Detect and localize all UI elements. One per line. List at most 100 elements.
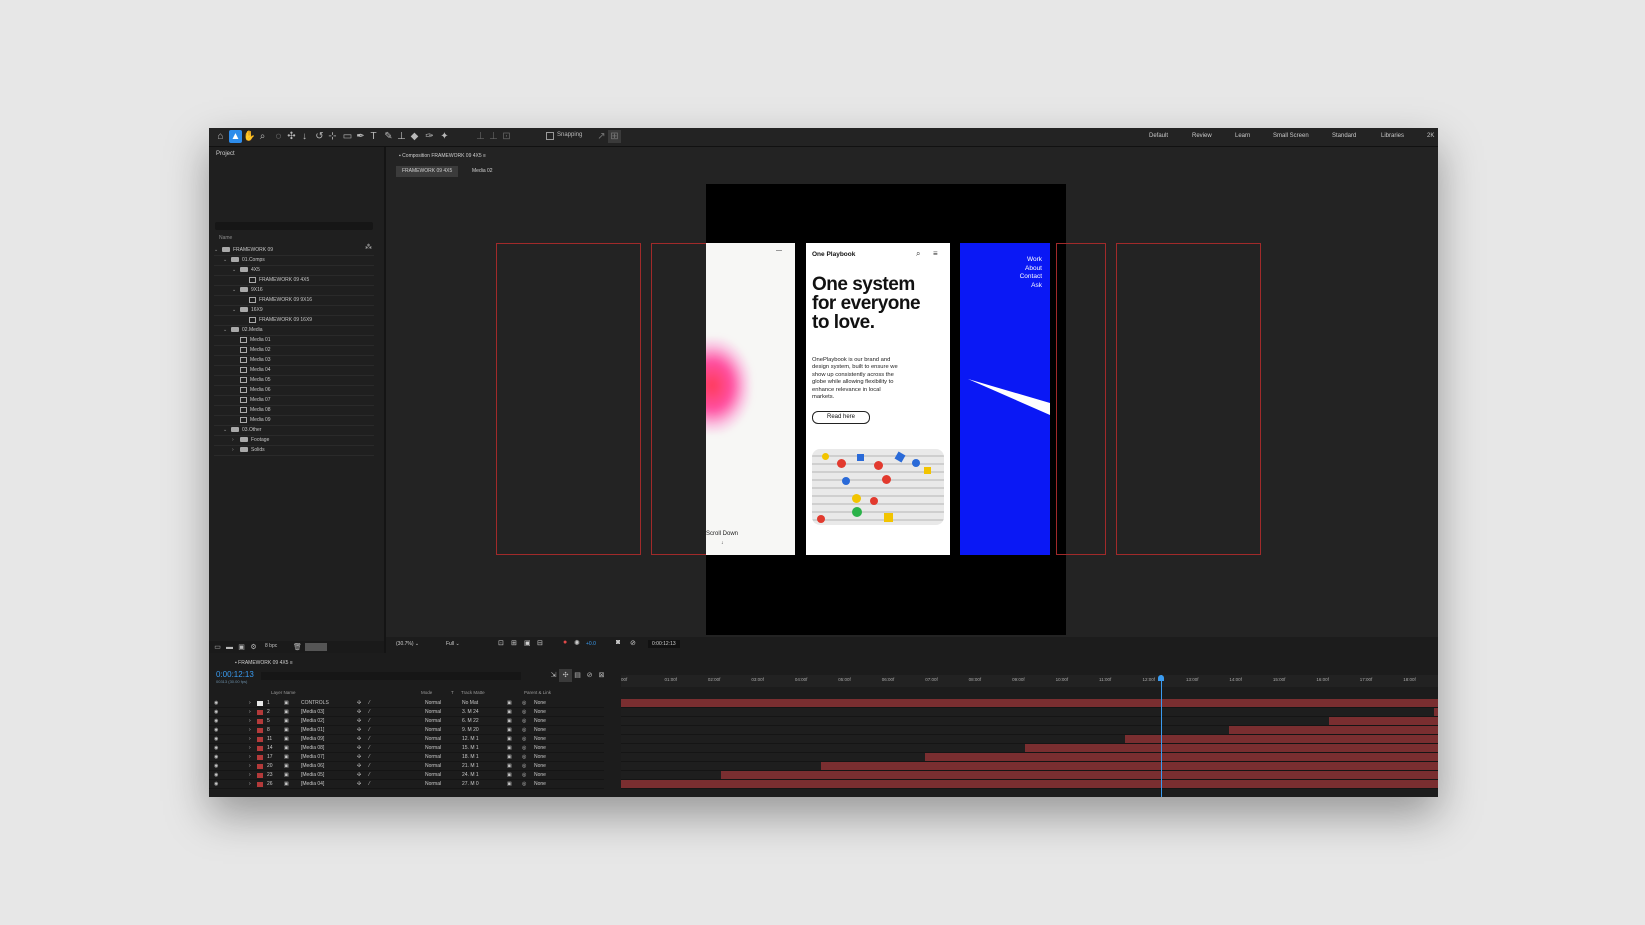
- project-item[interactable]: Media 05: [232, 375, 271, 385]
- layer-row[interactable]: ◉ › 23 ▣ [Media 05] ✣ ⁄ Normal 24. M 1 ▣ ◎ None: [209, 771, 604, 780]
- puppet-pin-icon[interactable]: ✦: [438, 130, 451, 143]
- axis-world-icon[interactable]: ⊥: [487, 130, 500, 143]
- track-matte-dropdown[interactable]: 21. M 1: [462, 762, 479, 771]
- expand-chevron-icon[interactable]: ›: [249, 708, 251, 717]
- time-ruler[interactable]: 00f 01:00f 02:00f 03:00f 04:00f 05:00f 06:00f 0…: [621, 675, 1438, 687]
- quality-switch-icon[interactable]: ⁄: [369, 753, 370, 762]
- layer-track[interactable]: [621, 717, 1438, 726]
- project-item[interactable]: › Solids: [232, 445, 265, 455]
- layer-name[interactable]: [Media 05]: [301, 771, 324, 780]
- project-item[interactable]: ⌄ 4X5: [232, 265, 260, 275]
- layer-duration-bar[interactable]: [1229, 726, 1438, 734]
- layer-track[interactable]: [621, 744, 1438, 753]
- workspace-standard[interactable]: Standard: [1332, 133, 1356, 139]
- composition-tab[interactable]: ▪ Composition FRAMEWORK 09 4X5 ≡: [399, 153, 486, 159]
- rectangle-tool-icon[interactable]: ▭: [341, 130, 354, 143]
- workspace-small-screen[interactable]: Small Screen: [1273, 133, 1309, 139]
- chevron-right-icon[interactable]: ›: [232, 445, 240, 455]
- expand-chevron-icon[interactable]: ›: [249, 744, 251, 753]
- home-icon[interactable]: ⌂: [214, 130, 227, 143]
- thumbnail-slider[interactable]: [305, 643, 327, 651]
- parent-dropdown[interactable]: None: [534, 735, 546, 744]
- hand-tool-icon[interactable]: ✋: [243, 130, 256, 143]
- layer-duration-bar[interactable]: [1433, 708, 1438, 716]
- layer-duration-bar[interactable]: [1125, 735, 1438, 743]
- chevron-right-icon[interactable]: ›: [232, 435, 240, 445]
- parent-pickwhip-icon[interactable]: ◎: [522, 780, 526, 789]
- layer-name-header[interactable]: Layer Name: [271, 690, 296, 695]
- project-item[interactable]: Media 06: [232, 385, 271, 395]
- current-time[interactable]: 0:00:12:13: [216, 670, 254, 679]
- matte-toggle-icon[interactable]: ▣: [507, 780, 512, 789]
- mode-dropdown[interactable]: Normal: [425, 753, 441, 762]
- parent-pickwhip-icon[interactable]: ◎: [522, 726, 526, 735]
- layer-duration-bar[interactable]: [720, 771, 1438, 779]
- quality-switch-icon[interactable]: ⁄: [369, 708, 370, 717]
- switches-icon[interactable]: ✣: [357, 735, 361, 744]
- type-tool-icon[interactable]: T: [367, 130, 380, 143]
- trash-icon[interactable]: 🗑: [291, 641, 304, 654]
- rotate-tool-icon[interactable]: ↺: [313, 130, 326, 143]
- chevron-down-icon[interactable]: ⌄: [232, 265, 240, 275]
- flowchart-icon[interactable]: ⁂: [362, 241, 375, 254]
- layer-duration-bar[interactable]: [621, 699, 1438, 707]
- label-color-swatch[interactable]: [257, 728, 263, 733]
- project-settings-icon[interactable]: ⚙: [247, 641, 260, 654]
- mode-dropdown[interactable]: Normal: [425, 699, 441, 708]
- expand-chevron-icon[interactable]: ›: [249, 726, 251, 735]
- project-item[interactable]: ⌄ 16X9: [232, 305, 263, 315]
- switches-icon[interactable]: ✣: [357, 708, 361, 717]
- track-matte-dropdown[interactable]: 6. M 22: [462, 717, 479, 726]
- chevron-down-icon[interactable]: ⌄: [232, 305, 240, 315]
- track-matte-dropdown[interactable]: 9. M 20: [462, 726, 479, 735]
- layer-track[interactable]: [621, 780, 1438, 789]
- subtab-framework[interactable]: FRAMEWORK 09 4X5: [396, 166, 459, 177]
- expand-chevron-icon[interactable]: ›: [249, 771, 251, 780]
- project-item[interactable]: ⌄ 9X16: [232, 285, 263, 295]
- timeline-tab[interactable]: ▪ FRAMEWORK 09 4X5 ≡: [235, 660, 293, 666]
- project-item[interactable]: Media 01: [232, 335, 271, 345]
- layer-name[interactable]: [Media 09]: [301, 735, 324, 744]
- zoom-tool-icon[interactable]: ⌕: [256, 130, 269, 143]
- matte-toggle-icon[interactable]: ▣: [507, 708, 512, 717]
- label-color-swatch[interactable]: [257, 755, 263, 760]
- layer-duration-bar[interactable]: [925, 753, 1438, 761]
- label-color-swatch[interactable]: [257, 764, 263, 769]
- mode-dropdown[interactable]: Normal: [425, 726, 441, 735]
- switches-icon[interactable]: ✣: [357, 744, 361, 753]
- project-item[interactable]: Media 09: [232, 415, 271, 425]
- workspace-2k[interactable]: 2K: [1427, 133, 1434, 139]
- chevron-down-icon[interactable]: ⌄: [223, 325, 231, 335]
- eye-icon[interactable]: ◉: [214, 780, 218, 789]
- project-item[interactable]: Media 03: [232, 355, 271, 365]
- layer-row[interactable]: ◉ › 20 ▣ [Media 06] ✣ ⁄ Normal 21. M 1 ▣ ◎ None: [209, 762, 604, 771]
- bit-depth-button[interactable]: 8 bpc: [265, 643, 277, 649]
- pen-tool-icon[interactable]: ✒: [354, 130, 367, 143]
- project-item[interactable]: FRAMEWORK 09 16X9: [241, 315, 312, 325]
- switches-icon[interactable]: ✣: [357, 780, 361, 789]
- matte-toggle-icon[interactable]: ▣: [507, 753, 512, 762]
- layer-row[interactable]: ◉ › 1 ▣ CONTROLS ✣ ⁄ Normal No Mat ▣ ◎ None: [209, 699, 604, 708]
- eye-icon[interactable]: ◉: [214, 726, 218, 735]
- anchor-tool-icon[interactable]: ⊹: [326, 130, 339, 143]
- track-matte-dropdown[interactable]: No Mat: [462, 699, 478, 708]
- brush-tool-icon[interactable]: ✎: [382, 130, 395, 143]
- parent-pickwhip-icon[interactable]: ◎: [522, 771, 526, 780]
- label-color-swatch[interactable]: [257, 746, 263, 751]
- project-item[interactable]: FRAMEWORK 09 9X16: [241, 295, 312, 305]
- layer-row[interactable]: ◉ › 11 ▣ [Media 09] ✣ ⁄ Normal 12. M 1 ▣ ◎ None: [209, 735, 604, 744]
- layer-name[interactable]: [Media 04]: [301, 780, 324, 789]
- layer-duration-bar[interactable]: [1025, 744, 1438, 752]
- matte-toggle-icon[interactable]: ▣: [507, 762, 512, 771]
- mask-visibility-icon[interactable]: ▣: [524, 639, 531, 647]
- quality-switch-icon[interactable]: ⁄: [369, 717, 370, 726]
- layer-track[interactable]: [621, 771, 1438, 780]
- clone-stamp-icon[interactable]: ⊥: [395, 130, 408, 143]
- switches-icon[interactable]: ✣: [357, 726, 361, 735]
- mode-dropdown[interactable]: Normal: [425, 744, 441, 753]
- track-matte-dropdown[interactable]: 15. M 1: [462, 744, 479, 753]
- layer-track[interactable]: [621, 753, 1438, 762]
- workspace-learn[interactable]: Learn: [1235, 133, 1250, 139]
- exposure-value[interactable]: +0.0: [586, 641, 596, 647]
- eye-icon[interactable]: ◉: [214, 708, 218, 717]
